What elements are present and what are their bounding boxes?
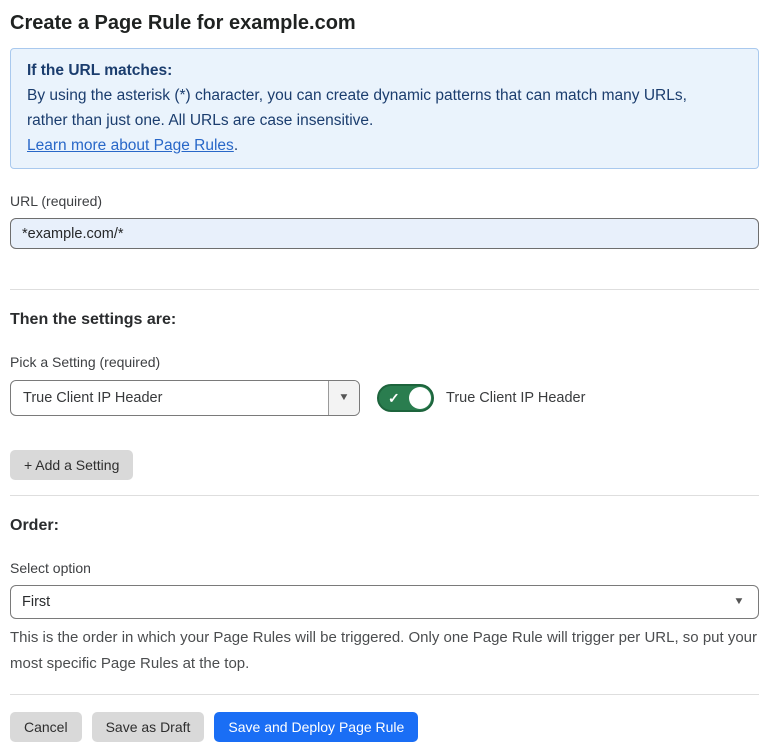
divider <box>10 694 759 695</box>
setting-row: True Client IP Header ▼ ✓ True Client IP… <box>10 380 759 416</box>
url-input[interactable] <box>10 218 759 249</box>
chevron-down-icon: ▼ <box>338 393 349 403</box>
order-section-heading: Order: <box>10 516 759 536</box>
order-select-value: First <box>22 594 734 610</box>
order-select-label: Select option <box>10 560 759 576</box>
chevron-down-icon: ▼ <box>733 597 744 607</box>
settings-section-heading: Then the settings are: <box>10 310 759 330</box>
url-match-info-box: If the URL matches: By using the asteris… <box>10 48 759 169</box>
learn-more-link[interactable]: Learn more about Page Rules <box>27 137 234 154</box>
info-box-link-line: Learn more about Page Rules. <box>27 133 742 158</box>
info-box-heading: If the URL matches: <box>27 58 742 83</box>
order-select[interactable]: First ▼ <box>10 585 759 619</box>
page-title: Create a Page Rule for example.com <box>10 10 759 36</box>
true-client-ip-toggle[interactable]: ✓ <box>377 384 434 412</box>
toggle-knob <box>409 387 431 409</box>
toggle-label: True Client IP Header <box>446 390 585 406</box>
order-help-text: This is the order in which your Page Rul… <box>10 625 759 677</box>
divider <box>10 495 759 496</box>
order-help-line1: This is the order in which your Page Rul… <box>10 625 759 651</box>
setting-select[interactable]: True Client IP Header ▼ <box>10 380 360 416</box>
add-setting-button[interactable]: + Add a Setting <box>10 450 133 480</box>
link-period: . <box>234 137 238 154</box>
url-field-label: URL (required) <box>10 193 759 209</box>
order-help-line2: most specific Page Rules at the top. <box>10 651 759 677</box>
footer-actions: Cancel Save as Draft Save and Deploy Pag… <box>10 712 759 742</box>
setting-select-value: True Client IP Header <box>11 381 328 415</box>
setting-select-arrow-button[interactable]: ▼ <box>328 381 359 415</box>
page-rule-form: Create a Page Rule for example.com If th… <box>0 10 769 742</box>
save-and-deploy-button[interactable]: Save and Deploy Page Rule <box>214 712 418 742</box>
check-icon: ✓ <box>388 391 400 405</box>
info-box-body-line1: By using the asterisk (*) character, you… <box>27 83 742 108</box>
info-box-body-line2: rather than just one. All URLs are case … <box>27 108 742 133</box>
pick-setting-label: Pick a Setting (required) <box>10 354 759 370</box>
cancel-button[interactable]: Cancel <box>10 712 82 742</box>
divider <box>10 289 759 290</box>
save-as-draft-button[interactable]: Save as Draft <box>92 712 205 742</box>
